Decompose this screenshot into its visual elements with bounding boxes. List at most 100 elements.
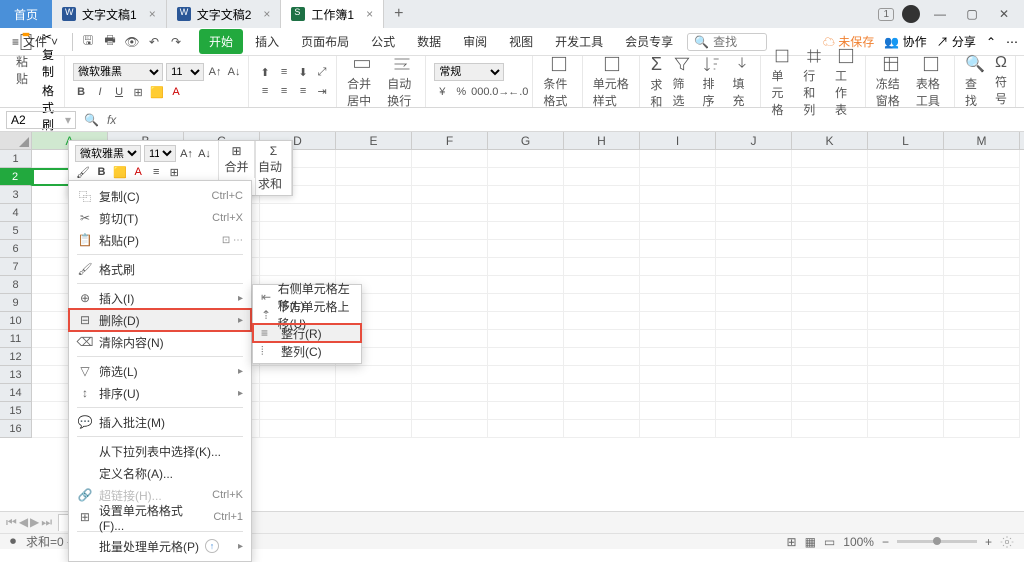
cell[interactable] xyxy=(564,294,640,312)
cell[interactable] xyxy=(944,204,1020,222)
zoom-slider[interactable] xyxy=(897,540,977,543)
shrink-font-icon[interactable]: A↓ xyxy=(197,146,212,162)
cell[interactable] xyxy=(564,186,640,204)
save-icon[interactable]: 🖫 xyxy=(79,33,97,51)
maximize-button[interactable]: ▢ xyxy=(960,2,984,26)
sub-entire-col[interactable]: ⦙整列(C) xyxy=(253,342,361,360)
cell[interactable] xyxy=(260,420,336,438)
cell[interactable] xyxy=(640,240,716,258)
col-header-H[interactable]: H xyxy=(564,132,640,149)
cell[interactable] xyxy=(716,312,792,330)
cell-style-button[interactable]: 单元格样式 xyxy=(589,52,636,111)
cell[interactable] xyxy=(868,258,944,276)
cell[interactable] xyxy=(336,168,412,186)
zoom-fx-icon[interactable]: 🔍 xyxy=(84,113,99,127)
close-icon[interactable]: × xyxy=(149,7,156,21)
ribbon-tab-dev[interactable]: 开发工具 xyxy=(545,29,613,54)
cell[interactable] xyxy=(488,204,564,222)
notification-badge[interactable]: 1 xyxy=(878,8,894,21)
cell[interactable] xyxy=(412,402,488,420)
col-header-G[interactable]: G xyxy=(488,132,564,149)
row-header[interactable]: 8 xyxy=(0,276,32,294)
row-header[interactable]: 6 xyxy=(0,240,32,258)
cell[interactable] xyxy=(792,168,868,186)
zoom-level[interactable]: 100% xyxy=(843,535,874,549)
row-header[interactable]: 11 xyxy=(0,330,32,348)
cell[interactable] xyxy=(412,150,488,168)
font-color-icon[interactable]: A xyxy=(131,164,146,180)
sheet-prev-icon[interactable]: ◀ xyxy=(19,515,28,530)
ctx-cut[interactable]: ✂剪切(T)Ctrl+X xyxy=(69,207,251,229)
more-icon[interactable]: ⋯ xyxy=(1006,35,1018,49)
cell[interactable] xyxy=(868,330,944,348)
close-icon[interactable]: × xyxy=(366,7,373,21)
col-header-J[interactable]: J xyxy=(716,132,792,149)
search-box[interactable]: 🔍 xyxy=(687,33,767,51)
cell[interactable] xyxy=(564,402,640,420)
cell[interactable] xyxy=(488,150,564,168)
align-icon[interactable]: ≡ xyxy=(149,164,164,180)
align-bot-icon[interactable]: ⬇ xyxy=(295,64,311,80)
cell[interactable] xyxy=(564,420,640,438)
cell[interactable] xyxy=(792,204,868,222)
cut-button[interactable]: ✂ xyxy=(42,30,60,44)
cell[interactable] xyxy=(792,348,868,366)
ribbon-tab-formula[interactable]: 公式 xyxy=(361,29,405,54)
sub-shift-up[interactable]: ⇡下方单元格上移(U) xyxy=(253,306,361,324)
cell[interactable] xyxy=(716,348,792,366)
cell[interactable] xyxy=(944,384,1020,402)
cell[interactable] xyxy=(564,384,640,402)
cell[interactable] xyxy=(488,348,564,366)
row-header[interactable]: 15 xyxy=(0,402,32,420)
cell[interactable] xyxy=(336,420,412,438)
cell[interactable] xyxy=(260,240,336,258)
row-header[interactable]: 9 xyxy=(0,294,32,312)
cell[interactable] xyxy=(944,312,1020,330)
row-header[interactable]: 5 xyxy=(0,222,32,240)
ribbon-tab-data[interactable]: 数据 xyxy=(407,29,451,54)
cell[interactable] xyxy=(716,330,792,348)
cell[interactable] xyxy=(488,366,564,384)
grow-font-icon[interactable]: A↑ xyxy=(179,146,194,162)
cell[interactable] xyxy=(716,258,792,276)
doc-tab-3[interactable]: 工作簿1 × xyxy=(281,0,384,28)
ctx-insert[interactable]: ⊕插入(I)▸ xyxy=(69,287,251,309)
cell[interactable] xyxy=(944,366,1020,384)
cell[interactable] xyxy=(640,186,716,204)
align-left-icon[interactable]: ≡ xyxy=(257,83,273,99)
bold-button[interactable]: B xyxy=(73,84,89,100)
undo-icon[interactable]: ↶ xyxy=(145,33,163,51)
indent-icon[interactable]: ⇥ xyxy=(314,83,330,99)
new-tab-button[interactable]: + xyxy=(384,5,413,23)
ctx-filter[interactable]: ▽筛选(L)▸ xyxy=(69,360,251,382)
col-header-L[interactable]: L xyxy=(868,132,944,149)
cell[interactable] xyxy=(564,312,640,330)
cell[interactable] xyxy=(640,168,716,186)
cell[interactable] xyxy=(944,258,1020,276)
cell[interactable] xyxy=(792,294,868,312)
cell[interactable] xyxy=(412,276,488,294)
sort-button[interactable]: 排序 xyxy=(698,52,726,112)
cell[interactable] xyxy=(488,330,564,348)
cell[interactable] xyxy=(412,168,488,186)
cell[interactable] xyxy=(868,366,944,384)
cell[interactable] xyxy=(944,420,1020,438)
find-button[interactable]: 🔍查找 xyxy=(961,52,989,111)
ribbon-tab-vip[interactable]: 会员专享 xyxy=(615,29,683,54)
cell[interactable] xyxy=(260,222,336,240)
cell[interactable] xyxy=(260,258,336,276)
currency-icon[interactable]: ¥ xyxy=(434,84,450,100)
cell[interactable] xyxy=(412,420,488,438)
ctx-dropdown-select[interactable]: 从下拉列表中选择(K)... xyxy=(69,440,251,462)
sheet-first-icon[interactable]: ⏮ xyxy=(6,515,17,530)
ctx-paste[interactable]: 📋粘贴(P)⊡ ⋯ xyxy=(69,229,251,251)
cell[interactable] xyxy=(412,330,488,348)
cell[interactable] xyxy=(336,258,412,276)
ctx-sort[interactable]: ↕排序(U)▸ xyxy=(69,382,251,404)
cond-format-button[interactable]: 条件格式 xyxy=(539,52,577,111)
row-header[interactable]: 10 xyxy=(0,312,32,330)
cell[interactable] xyxy=(564,366,640,384)
redo-icon[interactable]: ↷ xyxy=(167,33,185,51)
row-header[interactable]: 3 xyxy=(0,186,32,204)
symbol-button[interactable]: Ω符号 xyxy=(991,52,1011,111)
